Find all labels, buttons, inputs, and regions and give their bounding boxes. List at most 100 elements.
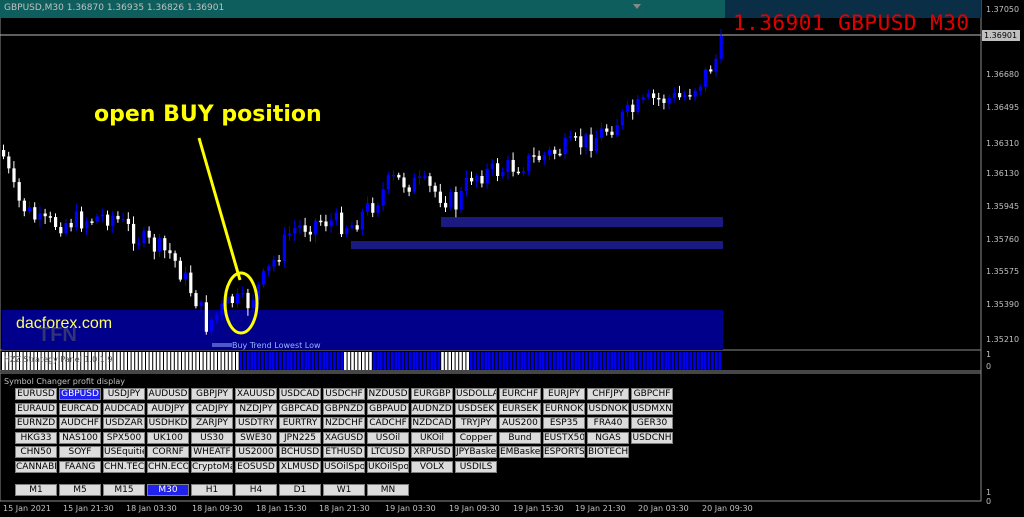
symbol-button[interactable]: NZDCHF: [323, 417, 365, 429]
symbol-button[interactable]: EMBasket: [499, 446, 541, 458]
symbol-button[interactable]: JPYBasket: [455, 446, 497, 458]
symbol-button[interactable]: EOSUSD: [235, 460, 277, 473]
symbol-button[interactable]: EURTRY: [279, 417, 321, 429]
symbol-button[interactable]: AUDNZD: [411, 402, 453, 415]
symbol-button[interactable]: NZDJPY: [235, 402, 277, 415]
symbol-button[interactable]: JPN225: [279, 431, 321, 444]
symbol-button[interactable]: Bund: [499, 431, 541, 444]
symbol-button[interactable]: CORNF: [147, 446, 189, 458]
symbol-button[interactable]: EURJPY: [543, 388, 585, 400]
symbol-button[interactable]: USOil: [367, 431, 409, 444]
timeframe-button[interactable]: M5: [59, 484, 101, 496]
symbol-button[interactable]: USDHKD: [147, 417, 189, 429]
symbol-button[interactable]: USDMXN: [631, 402, 673, 415]
timeframe-button[interactable]: M15: [103, 484, 145, 496]
symbol-button[interactable]: NAS100: [59, 431, 101, 444]
symbol-button[interactable]: USOilSpot: [323, 460, 365, 473]
symbol-button[interactable]: CHFJPY: [587, 388, 629, 400]
timeframe-button[interactable]: M30: [147, 484, 189, 496]
symbol-button[interactable]: WHEATF: [191, 446, 233, 458]
symbol-button[interactable]: BCHUSD: [279, 446, 321, 458]
symbol-button[interactable]: USDCHF: [323, 388, 365, 400]
symbol-button[interactable]: AUDCHF: [59, 417, 101, 429]
symbol-button[interactable]: UKOil: [411, 431, 453, 444]
symbol-button[interactable]: CANNABIS: [15, 460, 57, 473]
symbol-button[interactable]: USDTRY: [235, 417, 277, 429]
symbol-button[interactable]: USDCNH: [631, 431, 673, 444]
candle-body: [106, 214, 110, 226]
symbol-button[interactable]: GBPAUD: [367, 402, 409, 415]
symbol-button[interactable]: US2000: [235, 446, 277, 458]
symbol-button[interactable]: ETHUSD: [323, 446, 365, 458]
symbol-button[interactable]: GBPCAD: [279, 402, 321, 415]
symbol-button[interactable]: GBPCHF: [631, 388, 673, 400]
candle-body: [459, 190, 463, 210]
symbol-button[interactable]: CHN.TECH: [103, 460, 145, 473]
symbol-button[interactable]: AUDJPY: [147, 402, 189, 415]
symbol-button[interactable]: SOYF: [59, 446, 101, 458]
symbol-button[interactable]: USDILS: [455, 460, 497, 473]
symbol-button[interactable]: EURNOK: [543, 402, 585, 415]
symbol-button[interactable]: USDJPY: [103, 388, 145, 400]
symbol-button[interactable]: Copper: [455, 431, 497, 444]
symbol-button[interactable]: AUDUSD: [147, 388, 189, 400]
symbol-button[interactable]: UK100: [147, 431, 189, 444]
symbol-button[interactable]: GER30: [631, 417, 673, 429]
symbol-button[interactable]: XLMUSD: [279, 460, 321, 473]
symbol-button[interactable]: UKOilSpot: [367, 460, 409, 473]
symbol-button[interactable]: ESPORTS: [543, 446, 585, 458]
symbol-button[interactable]: XAGUSD: [323, 431, 365, 444]
indicator-bar: [704, 352, 707, 370]
symbol-button[interactable]: CryptoMajor: [191, 460, 233, 473]
symbol-button[interactable]: EURCHF: [499, 388, 541, 400]
symbol-button[interactable]: HKG33: [15, 431, 57, 444]
symbol-button[interactable]: NZDUSD: [367, 388, 409, 400]
symbol-button[interactable]: TRYJPY: [455, 417, 497, 429]
timeframe-button[interactable]: MN: [367, 484, 409, 496]
symbol-button[interactable]: USDSEK: [455, 402, 497, 415]
symbol-button[interactable]: LTCUSD: [367, 446, 409, 458]
symbol-button[interactable]: GBPJPY: [191, 388, 233, 400]
symbol-button[interactable]: USDZAR: [103, 417, 145, 429]
symbol-button[interactable]: USEquities: [103, 446, 145, 458]
symbol-button[interactable]: ESP35: [543, 417, 585, 429]
symbol-button[interactable]: FRA40: [587, 417, 629, 429]
symbol-button[interactable]: EUSTX50: [543, 431, 585, 444]
symbol-button[interactable]: GBPNZD: [323, 402, 365, 415]
symbol-button[interactable]: GBPUSD: [59, 388, 101, 400]
symbol-button[interactable]: AUDCAD: [103, 402, 145, 415]
symbol-button[interactable]: FAANG: [59, 460, 101, 473]
symbol-button[interactable]: XAUUSD: [235, 388, 277, 400]
indicator-bar: [495, 352, 498, 370]
symbol-button[interactable]: USDCAD: [279, 388, 321, 400]
symbol-button[interactable]: BIOTECH: [587, 446, 629, 458]
symbol-button[interactable]: EURAUD: [15, 402, 57, 415]
symbol-button[interactable]: XRPUSD: [411, 446, 453, 458]
symbol-button[interactable]: NGAS: [587, 431, 629, 444]
symbol-button[interactable]: USDNOK: [587, 402, 629, 415]
symbol-button[interactable]: SPX500: [103, 431, 145, 444]
timeframe-button[interactable]: W1: [323, 484, 365, 496]
symbol-button[interactable]: VOLX: [411, 460, 453, 473]
symbol-button[interactable]: CADJPY: [191, 402, 233, 415]
indicator-bar: [653, 352, 657, 370]
symbol-button[interactable]: CADCHF: [367, 417, 409, 429]
timeframe-button[interactable]: H1: [191, 484, 233, 496]
symbol-button[interactable]: ZARJPY: [191, 417, 233, 429]
symbol-button[interactable]: CHN50: [15, 446, 57, 458]
symbol-button[interactable]: USDOLLAR: [455, 388, 497, 400]
timeframe-button[interactable]: D1: [279, 484, 321, 496]
symbol-button[interactable]: CHN.ECOMM: [147, 460, 189, 473]
timeframe-button[interactable]: H4: [235, 484, 277, 496]
symbol-button[interactable]: SWE30: [235, 431, 277, 444]
symbol-button[interactable]: EURNZD: [15, 417, 57, 429]
symbol-button[interactable]: EURCAD: [59, 402, 101, 415]
symbol-button[interactable]: NZDCAD: [411, 417, 453, 429]
symbol-button[interactable]: US30: [191, 431, 233, 444]
symbol-button[interactable]: EURSEK: [499, 402, 541, 415]
symbol-button[interactable]: EURGBP: [411, 388, 453, 400]
symbol-button[interactable]: EURUSD: [15, 388, 57, 400]
candle-body: [620, 111, 624, 126]
symbol-button[interactable]: AUS200: [499, 417, 541, 429]
timeframe-button[interactable]: M1: [15, 484, 57, 496]
